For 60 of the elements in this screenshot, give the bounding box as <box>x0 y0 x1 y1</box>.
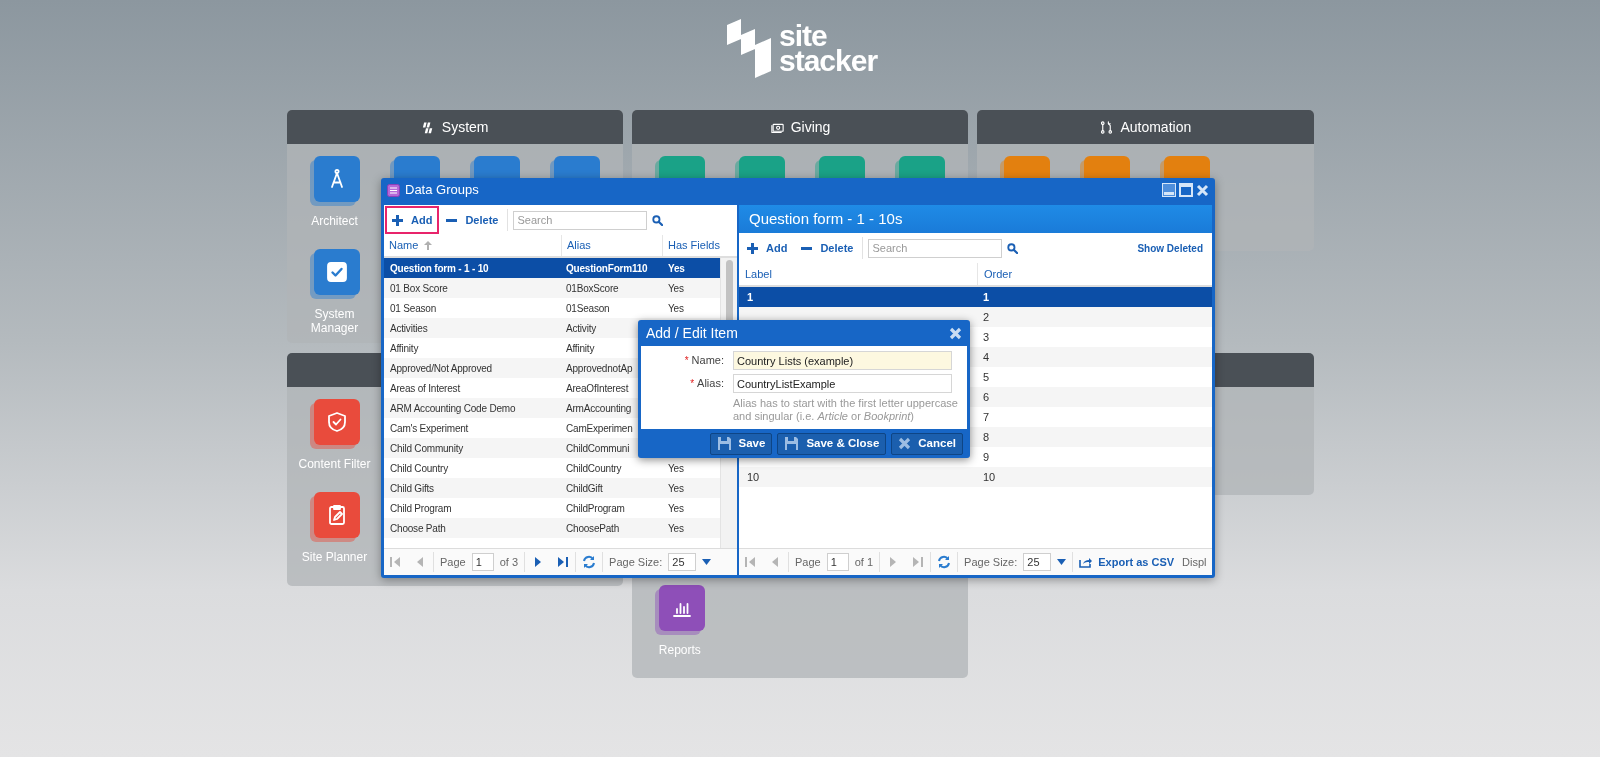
table-cell-text: 01BoxScore <box>565 281 620 296</box>
table-cell-text: 8 <box>982 429 991 445</box>
table-cell-text: 01 Box Score <box>389 281 449 296</box>
table-cell-text: CamExperimen <box>565 421 634 436</box>
page-size-label: Page Size: <box>964 554 1018 570</box>
table-cell-text: Question form - 1 - 10 <box>389 261 490 276</box>
table-cell-text: 01Season <box>565 301 611 316</box>
table-cell-text: 2 <box>982 309 991 325</box>
required-mark: * <box>690 377 695 391</box>
table-cell-text: Child Program <box>389 501 453 516</box>
table-cell-text: Yes <box>667 461 685 476</box>
panel-title: Automation <box>1120 117 1192 137</box>
table-cell-text: 9 <box>982 449 991 465</box>
page-count: of 3 <box>499 554 519 570</box>
page-size-label: Page Size: <box>609 554 663 570</box>
table-cell-text: Yes <box>667 501 685 516</box>
table-cell-text: ChildCountry <box>565 461 623 476</box>
table-cell-text: Yes <box>667 301 685 316</box>
table-cell-text: Yes <box>667 281 685 296</box>
page-count: of 1 <box>854 554 874 570</box>
table-cell-text: 3 <box>982 329 991 345</box>
panel-title: System <box>441 117 489 137</box>
table-cell-text: 01 Season <box>389 301 438 316</box>
panel-title: Question form - 1 - 10s <box>749 208 903 229</box>
table-cell-text: 1 <box>746 289 755 305</box>
table-cell-text: Cam's Experiment <box>389 421 470 436</box>
table-cell-text: Areas of Interest <box>389 381 461 396</box>
table-cell-text: AreaOfInterest <box>565 381 630 396</box>
table-cell-text: Activities <box>389 321 429 336</box>
table-cell-text: Affinity <box>565 341 596 356</box>
table-cell-text: 10 <box>982 469 997 485</box>
table-cell-text: ChildCommuni <box>565 441 631 456</box>
table-cell-text: Yes <box>667 481 685 496</box>
table-cell-text: Approved/Not Approved <box>389 361 493 376</box>
table-cell-text: Child Community <box>389 441 465 456</box>
table-cell-text: ArmAccounting <box>565 401 633 416</box>
table-cell-text: 4 <box>982 349 991 365</box>
table-cell-text: Child Country <box>389 461 449 476</box>
table-cell-text: Yes <box>667 521 685 536</box>
page-label: Page <box>440 554 466 570</box>
table-cell-text: ChoosePath <box>565 521 621 536</box>
table-cell-text: 5 <box>982 369 991 385</box>
panel-title: Giving <box>790 117 831 137</box>
table-cell-text: ChildProgram <box>565 501 626 516</box>
table-cell-text: ApprovednotAp <box>565 361 634 376</box>
table-cell-text: Activity <box>565 321 598 336</box>
table-cell-text: 6 <box>982 389 991 405</box>
page-label: Page <box>795 554 821 570</box>
table-cell-text: Choose Path <box>389 521 447 536</box>
table-cell-text: Affinity <box>389 341 420 356</box>
table-cell-text: Yes <box>667 261 686 276</box>
table-cell-text: Child Gifts <box>389 481 435 496</box>
table-cell-text: QuestionForm110 <box>565 261 649 276</box>
table-cell-text: ARM Accounting Code Demo <box>389 401 517 416</box>
table-cell-text: 10 <box>746 469 761 485</box>
display-info: Displ <box>1182 554 1207 570</box>
table-cell-text: 7 <box>982 409 991 425</box>
table-cell-text: 1 <box>982 289 991 305</box>
window-title: Data Groups <box>405 181 479 200</box>
table-cell-text: ChildGift <box>565 481 604 496</box>
